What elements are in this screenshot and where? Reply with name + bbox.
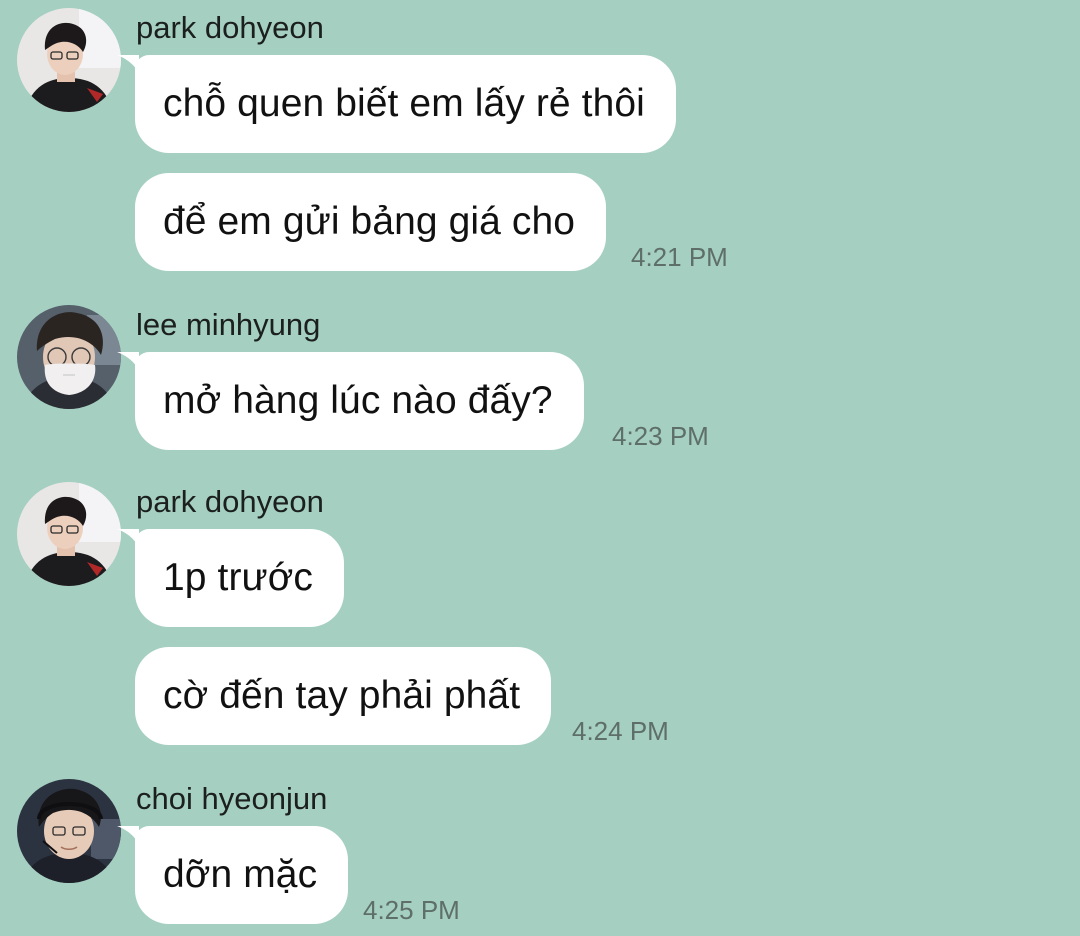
sender-name: park dohyeon <box>136 484 324 519</box>
message-timestamp: 4:21 PM <box>631 242 728 272</box>
avatar[interactable] <box>17 8 121 112</box>
bubble-tail <box>117 529 139 547</box>
sender-name: park dohyeon <box>136 10 324 45</box>
message-text: dỡn mặc <box>163 853 318 896</box>
message-timestamp: 4:24 PM <box>572 716 669 746</box>
profile-photo <box>17 779 121 883</box>
profile-photo <box>17 482 121 586</box>
sender-name: lee minhyung <box>136 307 321 342</box>
profile-photo <box>17 8 121 112</box>
avatar[interactable] <box>17 305 121 409</box>
avatar[interactable] <box>17 482 121 586</box>
bubble-tail <box>117 55 139 73</box>
message-text: để em gửi bảng giá cho <box>163 200 576 243</box>
message-text: 1p trước <box>163 556 314 599</box>
message-text: chỗ quen biết em lấy rẻ thôi <box>163 82 645 125</box>
sender-name: choi hyeonjun <box>136 781 328 816</box>
message-bubble[interactable]: mở hàng lúc nào đấy? <box>117 352 584 450</box>
bubble-tail <box>117 826 139 844</box>
message-timestamp: 4:23 PM <box>612 421 709 451</box>
message-bubble[interactable]: 1p trước <box>117 529 345 627</box>
bubble-tail <box>117 352 139 370</box>
message-bubble[interactable]: chỗ quen biết em lấy rẻ thôi <box>117 55 676 153</box>
avatar[interactable] <box>17 779 121 883</box>
message-bubble[interactable]: dỡn mặc <box>117 826 349 924</box>
message-text: mở hàng lúc nào đấy? <box>163 379 553 422</box>
message-bubble[interactable]: để em gửi bảng giá cho <box>135 173 607 271</box>
profile-photo <box>17 305 121 409</box>
message-text: cờ đến tay phải phất <box>163 674 521 717</box>
message-bubble[interactable]: cờ đến tay phải phất <box>135 647 552 745</box>
message-timestamp: 4:25 PM <box>363 895 460 925</box>
